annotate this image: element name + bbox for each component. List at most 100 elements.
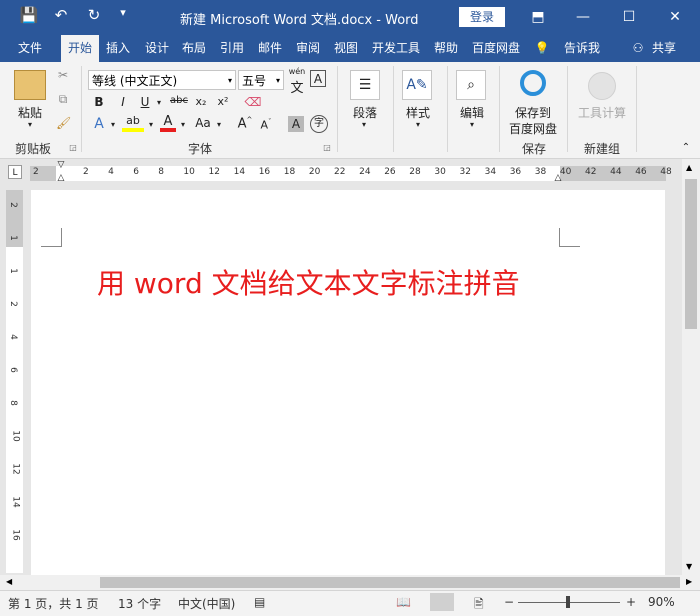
highlight-color-icon[interactable]: ab xyxy=(122,114,144,132)
right-indent-icon[interactable]: △ xyxy=(553,173,563,183)
page-count[interactable]: 第 1 页，共 1 页 xyxy=(8,595,99,612)
tab-view[interactable]: 视图 xyxy=(328,35,364,62)
copy-icon[interactable]: ⧉ xyxy=(56,92,70,107)
share-button[interactable]: 共享 xyxy=(648,35,680,62)
baidu-netdisk-icon[interactable] xyxy=(520,70,546,96)
scroll-right-icon[interactable]: ▶ xyxy=(686,577,692,586)
close-icon[interactable]: ✕ xyxy=(660,5,690,29)
document-text[interactable]: 用 word 文档给文本文字标注拼音 xyxy=(97,262,520,302)
scroll-up-icon[interactable]: ▲ xyxy=(686,163,692,172)
login-button[interactable]: 登录 xyxy=(459,7,505,27)
scroll-down-icon[interactable]: ▼ xyxy=(686,562,692,571)
font-color-icon[interactable]: A xyxy=(160,114,176,132)
superscript-button[interactable]: x² xyxy=(214,95,232,108)
chevron-down-icon[interactable]: ▾ xyxy=(146,120,156,129)
strikethrough-button[interactable]: abc xyxy=(168,95,190,106)
tab-design[interactable]: 设计 xyxy=(139,35,175,62)
format-painter-icon[interactable]: 🖌 xyxy=(56,116,71,130)
save-icon[interactable]: 💾 xyxy=(18,6,40,24)
macro-record-icon[interactable]: ▤ xyxy=(254,595,265,609)
tool-calculate-button[interactable]: 工具计算 xyxy=(574,104,630,121)
tab-review[interactable]: 审阅 xyxy=(290,35,326,62)
zoom-level[interactable]: 90% xyxy=(648,595,675,609)
dialog-launcher-icon[interactable]: ◲ xyxy=(322,143,332,152)
chevron-down-icon[interactable]: ▾ xyxy=(154,98,164,107)
tab-file[interactable]: 文件 xyxy=(8,35,52,62)
customize-quick-access-icon[interactable]: ▾ xyxy=(112,6,134,19)
clear-formatting-icon[interactable]: ⌫ xyxy=(242,95,264,109)
minimize-icon[interactable]: — xyxy=(568,5,598,29)
undo-icon[interactable]: ↶ xyxy=(50,6,72,24)
chevron-down-icon[interactable]: ▾ xyxy=(214,120,224,129)
read-mode-icon[interactable]: 📖 xyxy=(396,595,411,609)
horizontal-scroll-thumb[interactable] xyxy=(100,577,680,588)
tab-insert[interactable]: 插入 xyxy=(100,35,136,62)
styles-button[interactable]: 样式 xyxy=(398,104,438,121)
character-border-button[interactable]: A xyxy=(310,70,326,87)
tab-help[interactable]: 帮助 xyxy=(428,35,464,62)
zoom-out-icon[interactable]: − xyxy=(504,595,514,609)
text-effects-icon[interactable]: A xyxy=(90,116,108,132)
editing-button[interactable]: 编辑 xyxy=(452,104,492,121)
chevron-down-icon[interactable]: ▾ xyxy=(466,120,478,129)
grow-font-icon[interactable]: A^ xyxy=(236,116,254,131)
tab-selector-icon[interactable]: L xyxy=(8,165,22,179)
chevron-down-icon[interactable]: ▾ xyxy=(24,120,36,129)
vertical-scroll-thumb[interactable] xyxy=(685,179,697,329)
horizontal-ruler[interactable]: L 2 2 4 6 8 10 12 14 16 18 20 22 24 26 28 30 32 34 36 38 40… xyxy=(0,159,700,186)
tab-mailings[interactable]: 邮件 xyxy=(252,35,288,62)
paragraph-button[interactable]: 段落 xyxy=(345,104,385,121)
print-layout-icon[interactable] xyxy=(430,593,454,611)
ruler-number: 1 xyxy=(7,268,18,274)
vertical-scrollbar[interactable]: ▲ ▼ xyxy=(682,159,700,575)
font-name-select[interactable]: 等线 (中文正文) ▾ xyxy=(88,70,236,90)
dialog-launcher-icon[interactable]: ◲ xyxy=(68,143,78,152)
paragraph-icon[interactable]: ☰ xyxy=(350,70,380,100)
zoom-slider-thumb[interactable] xyxy=(566,596,570,608)
paste-button[interactable]: 粘贴 xyxy=(12,104,48,121)
chevron-down-icon[interactable]: ▾ xyxy=(108,120,118,129)
character-shading-icon[interactable]: A xyxy=(288,116,304,132)
ruler-number: 30 xyxy=(434,167,446,177)
chevron-down-icon[interactable]: ▾ xyxy=(412,120,424,129)
tab-baidu-netdisk[interactable]: 百度网盘 xyxy=(466,35,526,62)
collapse-ribbon-icon[interactable]: ⌃ xyxy=(680,142,692,153)
tab-references[interactable]: 引用 xyxy=(214,35,250,62)
bold-button[interactable]: B xyxy=(92,95,106,109)
phonetic-guide-button[interactable]: 文 xyxy=(288,77,306,96)
document-page[interactable]: 用 word 文档给文本文字标注拼音 xyxy=(31,190,665,575)
tell-me-button[interactable]: 告诉我 xyxy=(560,35,604,62)
group-separator xyxy=(81,66,82,152)
tab-layout[interactable]: 布局 xyxy=(176,35,212,62)
styles-icon[interactable]: A✎ xyxy=(402,70,432,100)
tab-home[interactable]: 开始 xyxy=(61,35,99,62)
subscript-button[interactable]: x₂ xyxy=(192,95,210,108)
underline-button[interactable]: U xyxy=(138,95,152,109)
font-size-select[interactable]: 五号 ▾ xyxy=(238,70,284,90)
ribbon-display-icon[interactable]: ⬒ xyxy=(523,5,553,29)
shrink-font-icon[interactable]: Aˇ xyxy=(258,118,274,132)
clipboard-icon[interactable] xyxy=(14,70,46,100)
cut-icon[interactable]: ✂ xyxy=(56,68,70,82)
search-icon[interactable]: ⌕ xyxy=(456,70,486,100)
first-line-indent-icon[interactable]: ▽ xyxy=(56,160,66,170)
chevron-down-icon[interactable]: ▾ xyxy=(358,120,370,129)
save-to-baidu-button[interactable]: 保存到 xyxy=(506,104,560,121)
maximize-icon[interactable]: ☐ xyxy=(614,5,644,29)
vertical-ruler[interactable]: 2 1 1 2 4 6 8 10 12 14 16 xyxy=(6,190,23,573)
word-count[interactable]: 13 个字 xyxy=(118,595,161,612)
redo-icon[interactable]: ↻ xyxy=(83,6,105,24)
ruler-number: 26 xyxy=(384,167,396,177)
tab-developer[interactable]: 开发工具 xyxy=(366,35,426,62)
chevron-down-icon[interactable]: ▾ xyxy=(178,120,188,129)
italic-button[interactable]: I xyxy=(116,95,130,109)
lightbulb-icon[interactable]: 💡 xyxy=(533,35,551,62)
scroll-left-icon[interactable]: ◀ xyxy=(6,577,12,586)
change-case-icon[interactable]: Aa xyxy=(192,116,214,130)
zoom-in-icon[interactable]: + xyxy=(626,595,636,609)
clipboard-group-label: 剪贴板 xyxy=(14,142,51,156)
hanging-indent-icon[interactable]: △ xyxy=(56,173,66,183)
horizontal-scrollbar[interactable]: ◀ ▶ xyxy=(0,575,700,590)
enclose-characters-icon[interactable]: 字 xyxy=(310,115,328,133)
language-indicator[interactable]: 中文(中国) xyxy=(178,595,235,612)
